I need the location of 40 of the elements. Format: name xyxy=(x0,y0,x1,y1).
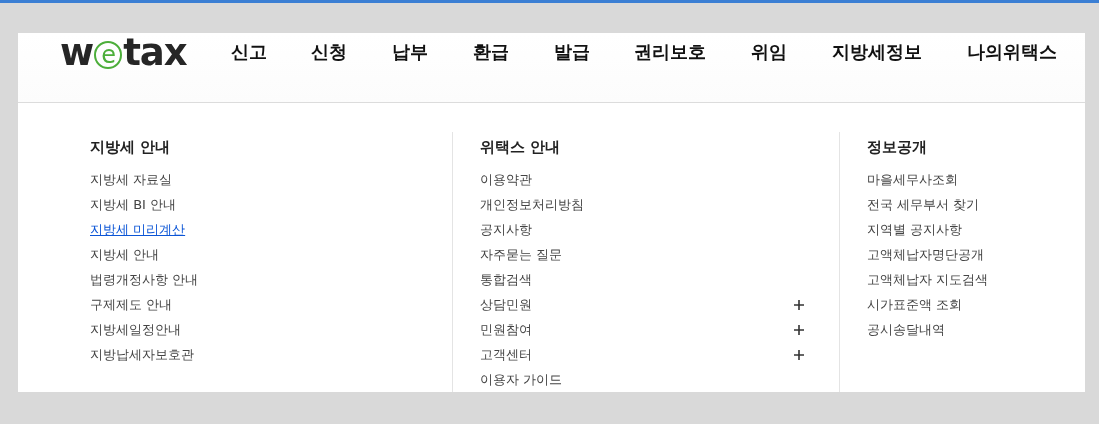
menu-link[interactable]: 고액체납자 지도검색 xyxy=(867,267,989,292)
menu-link[interactable]: 지역별 공지사항 xyxy=(867,217,963,242)
menu-link[interactable]: 통합검색 xyxy=(480,267,532,292)
nav-item[interactable]: 납부 xyxy=(392,39,429,65)
menu-link[interactable]: 개인정보처리방침 xyxy=(480,192,584,217)
menu-link[interactable]: 법령개정사항 안내 xyxy=(90,267,199,292)
menu-link[interactable]: 자주묻는 질문 xyxy=(480,242,563,267)
menu-link[interactable]: 전국 세무부서 찾기 xyxy=(867,192,980,217)
menu-link[interactable]: 지방세 미리계산 xyxy=(90,217,186,242)
plus-icon[interactable] xyxy=(794,299,804,310)
menu-link[interactable]: 지방세일정안내 xyxy=(90,317,181,342)
menu-link[interactable]: 지방세 자료실 xyxy=(90,167,173,192)
menu-link[interactable]: 상담민원 xyxy=(480,292,532,317)
nav-item[interactable]: 지방세정보 xyxy=(831,39,922,65)
column-heading: 위택스 안내 xyxy=(480,137,562,158)
nav-item[interactable]: 권리보호 xyxy=(634,39,707,65)
menu-link[interactable]: 지방세 안내 xyxy=(90,242,160,267)
menu-link[interactable]: 마을세무사조회 xyxy=(867,167,958,192)
menu-link[interactable]: 지방세 BI 안내 xyxy=(90,192,177,217)
nav-item[interactable]: 신고 xyxy=(230,39,267,65)
nav-item[interactable]: 신청 xyxy=(311,39,348,65)
logo[interactable]: w e tax xyxy=(60,35,187,71)
menu-link[interactable]: 고액체납자명단공개 xyxy=(867,242,984,267)
menu-link[interactable]: 공지사항 xyxy=(480,217,532,242)
menu-link[interactable]: 시가표준액 조회 xyxy=(867,292,963,317)
nav-item[interactable]: 위임 xyxy=(751,39,788,65)
menu-link[interactable]: 이용자 가이드 xyxy=(480,367,563,392)
nav-item[interactable]: 발급 xyxy=(553,39,590,65)
menu-link[interactable]: 공시송달내역 xyxy=(867,317,945,342)
menu-link[interactable]: 구제제도 안내 xyxy=(90,292,173,317)
nav-item[interactable]: 나의위택스 xyxy=(966,39,1057,65)
column-heading: 정보공개 xyxy=(867,137,928,158)
menu-link[interactable]: 이용약관 xyxy=(480,167,532,192)
menu-link[interactable]: 고객센터 xyxy=(480,342,532,367)
plus-icon[interactable] xyxy=(794,349,804,360)
menu-link[interactable]: 민원참여 xyxy=(480,317,532,342)
menu-link[interactable]: 지방납세자보호관 xyxy=(90,342,194,367)
column-heading: 지방세 안내 xyxy=(90,137,172,158)
plus-icon[interactable] xyxy=(794,324,804,335)
nav-item[interactable]: 환급 xyxy=(472,39,509,65)
